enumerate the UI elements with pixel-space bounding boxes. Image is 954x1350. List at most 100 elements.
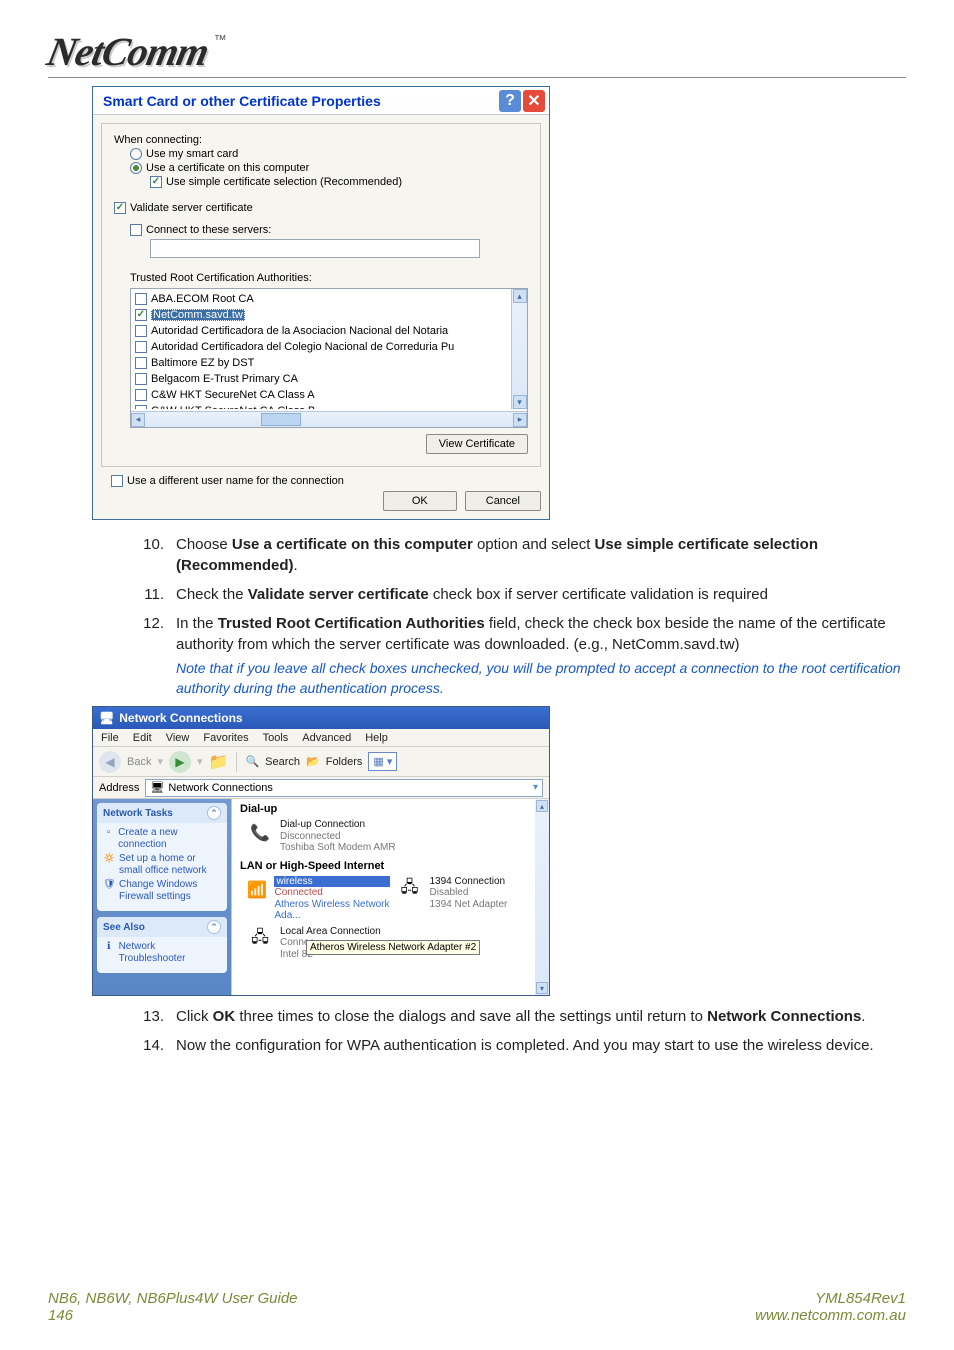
task-create-connection[interactable]: ▫Create a new connection: [103, 827, 221, 851]
ca-item[interactable]: C&W HKT SecureNet CA Class A: [135, 387, 525, 403]
scroll-up-icon[interactable]: ▴: [513, 289, 527, 303]
cert-label: Use a certificate on this computer: [146, 162, 309, 174]
folders-icon[interactable]: 📂: [306, 755, 320, 768]
close-icon[interactable]: ✕: [523, 90, 545, 112]
menu-bar[interactable]: File Edit View Favorites Tools Advanced Help: [93, 729, 549, 747]
task-firewall[interactable]: 🛡Change Windows Firewall settings: [103, 879, 221, 903]
seealso-troubleshooter[interactable]: ℹNetwork Troubleshooter: [103, 941, 221, 965]
content-scrollbar[interactable]: ▴ ▾: [535, 799, 549, 995]
ca-item[interactable]: ABA.ECOM Root CA: [135, 291, 525, 307]
smartcard-radio[interactable]: [130, 148, 142, 160]
ca-item[interactable]: Belgacom E-Trust Primary CA: [135, 371, 525, 387]
certificate-properties-dialog: Smart Card or other Certificate Properti…: [92, 86, 550, 520]
search-icon[interactable]: 🔍: [245, 755, 259, 768]
ca-checkbox[interactable]: [135, 405, 147, 409]
content-pane: ▴ ▾ Dial-up 📞 Dial-up Connection Disconn…: [231, 799, 549, 995]
view-certificate-button[interactable]: View Certificate: [426, 434, 528, 454]
ca-checkbox[interactable]: [135, 341, 147, 353]
validate-checkbox[interactable]: ✓: [114, 202, 126, 214]
ca-checkbox[interactable]: [135, 389, 147, 401]
ok-button[interactable]: OK: [383, 491, 457, 511]
menu-item[interactable]: View: [166, 732, 190, 744]
trusted-root-listbox[interactable]: ABA.ECOM Root CA ✓ NetComm.savd.tw Autorida…: [130, 288, 528, 428]
window-titlebar[interactable]: 🖥 Network Connections: [93, 707, 549, 729]
menu-item[interactable]: Help: [365, 732, 388, 744]
connect-servers-input[interactable]: [150, 239, 480, 258]
instruction-11: 11. Check the Validate server certificat…: [132, 584, 906, 605]
ca-item[interactable]: Autoridad Certificadora de la Asociacion…: [135, 323, 525, 339]
collapse-icon[interactable]: ⌃: [207, 806, 221, 820]
1394-connection[interactable]: 🖧 1394 Connection Disabled 1394 Net Adap…: [396, 874, 546, 915]
lan-connection[interactable]: 🖧 Local Area Connection Connec Intel 82 …: [236, 926, 545, 965]
different-username-label: Use a different user name for the connec…: [127, 475, 344, 487]
dialog-titlebar[interactable]: Smart Card or other Certificate Properti…: [93, 87, 549, 115]
page-footer: NB6, NB6W, NB6Plus4W User Guide 146 YML8…: [48, 1290, 906, 1324]
menu-item[interactable]: Tools: [263, 732, 289, 744]
help-icon[interactable]: ?: [499, 90, 521, 112]
menu-item[interactable]: Favorites: [203, 732, 248, 744]
search-label: Search: [265, 756, 300, 768]
toolbar: ◀ Back ▾ ▶ ▾ 📁 🔍 Search 📂 Folders ▦ ▾: [93, 747, 549, 777]
ca-checkbox[interactable]: [135, 357, 147, 369]
side-pane: Network Tasks ⌃ ▫Create a new connection…: [93, 799, 231, 995]
footer-rev: YML854Rev1: [755, 1290, 906, 1307]
ca-item[interactable]: ✓ NetComm.savd.tw: [135, 307, 525, 323]
vertical-scrollbar[interactable]: ▴ ▾: [511, 289, 527, 409]
different-username-checkbox[interactable]: [111, 475, 123, 487]
address-dropdown-icon[interactable]: ▾: [533, 782, 538, 793]
when-connecting-label: When connecting:: [114, 134, 528, 146]
address-value: Network Connections: [168, 782, 273, 794]
menu-item[interactable]: Advanced: [302, 732, 351, 744]
simple-selection-checkbox[interactable]: ✓: [150, 176, 162, 188]
task-setup-network[interactable]: 🔅Set up a home or small office network: [103, 853, 221, 877]
see-also-panel: See Also ⌃ ℹNetwork Troubleshooter: [97, 917, 227, 973]
instruction-14: 14. Now the configuration for WPA authen…: [132, 1035, 906, 1056]
cancel-button[interactable]: Cancel: [465, 491, 541, 511]
address-input[interactable]: 🖥 Network Connections ▾: [145, 779, 543, 797]
lan-section: LAN or High-Speed Internet: [236, 858, 545, 874]
ca-label: Belgacom E-Trust Primary CA: [151, 373, 298, 385]
network-tasks-title: Network Tasks: [103, 808, 173, 819]
ca-checkbox[interactable]: [135, 373, 147, 385]
dialog-title: Smart Card or other Certificate Properti…: [103, 93, 381, 109]
scroll-up-icon[interactable]: ▴: [536, 800, 548, 812]
dialup-icon: 📞: [246, 819, 274, 847]
ca-checkbox[interactable]: [135, 325, 147, 337]
smartcard-label: Use my smart card: [146, 148, 238, 160]
ca-label: NetComm.savd.tw: [151, 309, 245, 321]
cert-radio[interactable]: [130, 162, 142, 174]
trademark-icon: ™: [214, 32, 227, 47]
network-tasks-panel: Network Tasks ⌃ ▫Create a new connection…: [97, 803, 227, 911]
ca-item[interactable]: C&W HKT SecureNet CA Class B: [135, 403, 525, 409]
header-logo: NetComm ™: [48, 28, 906, 78]
collapse-icon[interactable]: ⌃: [207, 920, 221, 934]
connect-servers-checkbox[interactable]: [130, 224, 142, 236]
scroll-right-icon[interactable]: ▸: [513, 413, 527, 427]
ca-item[interactable]: Autoridad Certificadora del Colegio Naci…: [135, 339, 525, 355]
address-icon: 🖥: [150, 781, 164, 794]
wireless-connection[interactable]: 📶 wireless Connected Atheros Wireless Ne…: [246, 874, 396, 926]
dialup-connection[interactable]: 📞 Dial-up Connection Disconnected Toshib…: [236, 817, 545, 858]
menu-item[interactable]: File: [101, 732, 119, 744]
views-button[interactable]: ▦ ▾: [368, 752, 397, 771]
address-label: Address: [99, 782, 139, 794]
forward-icon[interactable]: ▶: [169, 751, 191, 773]
ca-label: ABA.ECOM Root CA: [151, 293, 254, 305]
menu-item[interactable]: Edit: [133, 732, 152, 744]
up-folder-icon[interactable]: 📁: [209, 752, 229, 772]
scroll-down-icon[interactable]: ▾: [536, 982, 548, 994]
ca-checkbox[interactable]: [135, 293, 147, 305]
instruction-12: 12. In the Trusted Root Certification Au…: [132, 613, 906, 698]
back-icon[interactable]: ◀: [99, 751, 121, 773]
ca-checkbox[interactable]: ✓: [135, 309, 147, 321]
lan-icon: 🖧: [246, 926, 274, 954]
ca-label: C&W HKT SecureNet CA Class A: [151, 389, 315, 401]
tooltip: Atheros Wireless Network Adapter #2: [306, 940, 480, 955]
footer-url: www.netcomm.com.au: [755, 1307, 906, 1324]
scroll-left-icon[interactable]: ◂: [131, 413, 145, 427]
scroll-thumb[interactable]: [261, 413, 301, 426]
horizontal-scrollbar[interactable]: ◂ ▸: [131, 411, 527, 427]
ca-item[interactable]: Baltimore EZ by DST: [135, 355, 525, 371]
footer-guide: NB6, NB6W, NB6Plus4W User Guide: [48, 1290, 298, 1307]
scroll-down-icon[interactable]: ▾: [513, 395, 527, 409]
